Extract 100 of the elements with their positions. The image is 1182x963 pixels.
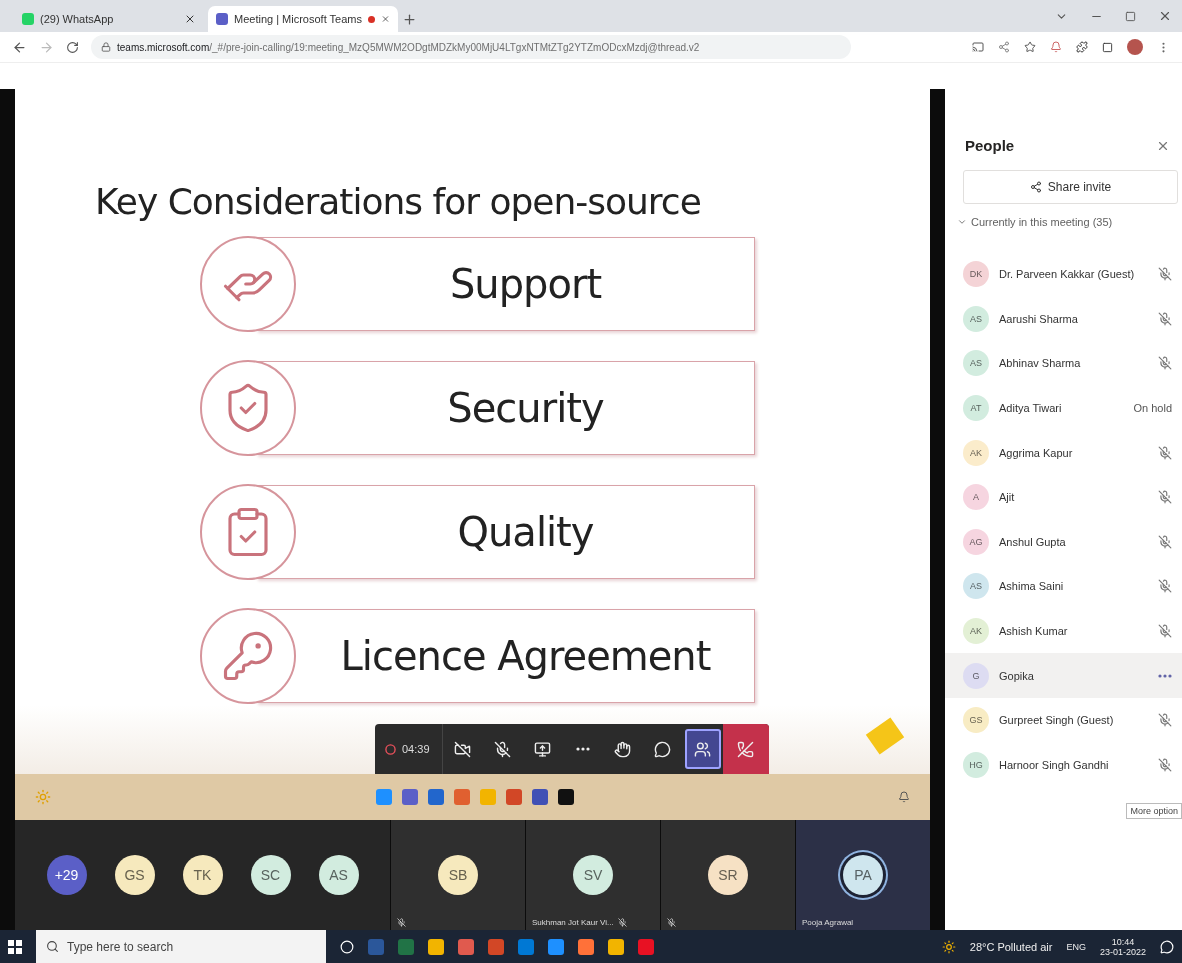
avatar: SR (708, 855, 748, 895)
weather-icon (35, 789, 51, 805)
app-icon[interactable] (557, 789, 574, 805)
bookmark-star-icon[interactable] (1024, 41, 1036, 53)
mic-off-icon (494, 740, 512, 758)
person-name: Harnoor Singh Gandhi (999, 758, 1110, 771)
person-row[interactable]: AT Aditya Tiwari On hold (945, 385, 1182, 431)
recording-dot-icon (368, 15, 375, 23)
app-icon[interactable] (578, 938, 594, 955)
timer-text: 04:39 (402, 743, 430, 755)
person-row[interactable]: AS Abhinav Sharma (945, 341, 1182, 386)
more-options-icon[interactable] (1158, 673, 1172, 678)
reload-icon[interactable] (66, 40, 79, 54)
share-icon (1029, 181, 1042, 193)
lock-icon (101, 42, 111, 52)
address-field[interactable]: teams.microsoft.com/_#/pre-join-calling/19:meeting_MzQ5MWM2ODgtMDZkMy00MjU4LTgxNTMtZTg2YTZmODcxMzdj@thread.v2 (91, 35, 851, 59)
app-icon[interactable] (548, 938, 564, 955)
recording-icon (385, 743, 396, 755)
clock-time: 10:44 (1111, 936, 1135, 947)
extensions-icon[interactable] (1076, 41, 1088, 53)
avatar: A (963, 484, 989, 511)
avatar: TK (182, 855, 223, 895)
avatar: AK (963, 439, 989, 466)
participant-name: Sukhman Jot Kaur Vi... (532, 918, 614, 927)
person-name: Abhinav Sharma (999, 357, 1082, 370)
panel-title: People (965, 137, 1015, 154)
person-row[interactable]: G Gopika (945, 653, 1182, 698)
avatar: AS (963, 573, 989, 600)
taskbar-search-field[interactable]: Type here to search (36, 930, 326, 963)
avatar: AS (963, 305, 989, 332)
language-indicator: ENG (1066, 941, 1086, 952)
slide-item-label: Support (449, 261, 602, 307)
avatar: AG (963, 528, 989, 555)
hang-up-button[interactable] (722, 724, 769, 774)
side-panel-icon[interactable] (1102, 41, 1113, 53)
favicon-icon (22, 13, 34, 25)
profile-avatar[interactable] (1127, 39, 1143, 55)
chevron-down-icon (957, 217, 967, 227)
raise-hand-icon (614, 740, 632, 758)
person-row[interactable]: DK Dr. Parveen Kakkar (Guest) (945, 252, 1182, 297)
avatar: HG (963, 751, 989, 778)
avatar: AT (963, 395, 989, 422)
section-header[interactable]: Currently in this meeting (35) (957, 216, 1113, 228)
maximize-icon[interactable] (1125, 10, 1136, 22)
favicon-icon (216, 13, 228, 25)
slide-item-label: Licence Agreement (340, 633, 711, 679)
avatar: SB (438, 855, 478, 895)
browser-tab[interactable]: Meeting | Microsoft Teams (208, 6, 398, 32)
overflow-count: +29 (46, 855, 87, 895)
person-row[interactable]: HG Harnoor Singh Gandhi (945, 742, 1182, 788)
close-icon[interactable] (1158, 9, 1172, 23)
tooltip: More option (1126, 803, 1182, 819)
notifications-icon[interactable] (1160, 939, 1174, 954)
key-icon (221, 629, 275, 683)
avatar: GS (963, 707, 989, 734)
avatar: AS (963, 350, 989, 377)
person-row[interactable]: AS Ashima Saini (945, 564, 1182, 609)
person-name: Ajit (999, 491, 1016, 504)
person-row[interactable]: AG Anshul Gupta (945, 519, 1182, 565)
share-icon[interactable] (998, 41, 1010, 53)
hang-up-icon (737, 740, 755, 758)
plus-icon (402, 11, 417, 27)
avatar: AK (963, 618, 989, 645)
slide-title: Key Considerations for open-source (95, 181, 701, 222)
person-name: Ashima Saini (999, 580, 1065, 593)
person-row[interactable]: AK Ashish Kumar (945, 608, 1182, 654)
avatar: AS (318, 855, 359, 895)
browser-tab[interactable]: (29) WhatsApp (14, 6, 204, 32)
cast-icon[interactable] (972, 41, 984, 53)
person-row[interactable]: A Ajit (945, 474, 1182, 520)
share-screen-icon (534, 740, 552, 758)
person-name: Aggrima Kapur (999, 446, 1074, 459)
camera-off-icon (454, 740, 472, 758)
more-options-icon (575, 747, 590, 751)
people-icon (694, 740, 712, 758)
person-name: Ashish Kumar (999, 625, 1069, 638)
person-row[interactable]: AS Aarushi Sharma (945, 296, 1182, 342)
windows-start-icon[interactable] (8, 939, 22, 954)
slide-item-label: Quality (457, 509, 594, 555)
app-icon[interactable] (608, 938, 624, 955)
slide-item-label: Security (447, 385, 604, 431)
notification-icon (898, 791, 910, 803)
share-invite-button[interactable]: Share invite (963, 170, 1178, 204)
close-icon[interactable] (184, 13, 196, 25)
chat-icon (654, 740, 672, 758)
person-row[interactable]: AK Aggrima Kapur (945, 430, 1182, 475)
search-icon (46, 940, 59, 953)
person-name: Aditya Tiwari (999, 402, 1063, 415)
person-row[interactable]: GS Gurpreet Singh (Guest) (945, 697, 1182, 743)
avatar: GS (114, 855, 155, 895)
weather-text: 28°C Polluted air (969, 940, 1053, 953)
avatar: SC (250, 855, 291, 895)
app-icon[interactable] (428, 938, 444, 955)
person-name: Anshul Gupta (999, 535, 1067, 548)
status-text: On hold (1133, 402, 1172, 415)
people-button[interactable] (684, 729, 721, 769)
person-name: Gurpreet Singh (Guest) (999, 714, 1115, 727)
person-name: Aarushi Sharma (999, 312, 1079, 325)
back-icon[interactable] (12, 39, 27, 55)
clock-date: 23-01-2022 (1099, 946, 1146, 957)
